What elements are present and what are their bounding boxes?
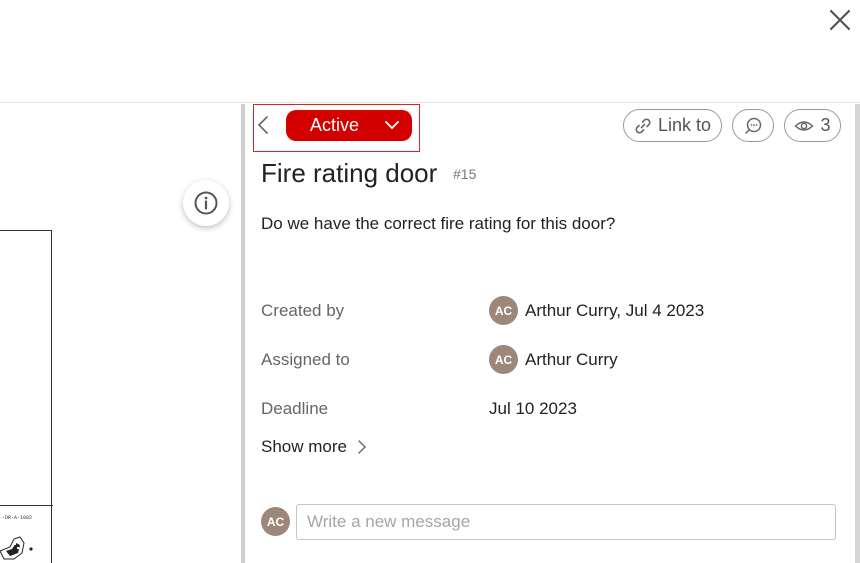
assigned-to-label: Assigned to — [261, 350, 350, 369]
issue-description: Do we have the correct fire rating for t… — [261, 214, 616, 233]
issue-number: #15 — [453, 166, 477, 182]
drawing-code: -DR-A-1002 — [2, 515, 33, 521]
issue-title: Fire rating door — [261, 158, 438, 188]
status-label: Active — [310, 115, 360, 135]
top-bar — [0, 0, 860, 103]
avatar: AC — [261, 507, 290, 536]
assigned-to-text: Arthur Curry — [525, 349, 618, 369]
chevron-down-icon — [385, 121, 399, 130]
created-by-text: Arthur Curry, Jul 4 2023 — [525, 300, 705, 320]
deadline-value[interactable]: Jul 10 2023 — [489, 399, 577, 419]
close-icon — [829, 9, 851, 31]
info-button[interactable] — [183, 180, 229, 226]
show-more-label: Show more — [261, 437, 347, 456]
scrollbar[interactable] — [855, 104, 860, 563]
avatar: AC — [489, 345, 518, 374]
close-button[interactable] — [826, 6, 854, 34]
watchers-button[interactable]: 3 — [784, 109, 841, 142]
chat-icon — [745, 117, 762, 134]
created-by-label: Created by — [261, 301, 345, 320]
drawing-sketch — [0, 536, 33, 560]
avatar: AC — [489, 296, 518, 325]
comments-button[interactable] — [732, 109, 774, 142]
deadline-label: Deadline — [261, 399, 329, 418]
created-by-value: AC Arthur Curry, Jul 4 2023 — [489, 296, 704, 325]
drawing-sheet-border — [0, 230, 53, 563]
message-composer: AC — [245, 493, 855, 563]
link-icon — [635, 117, 651, 134]
show-more-button[interactable]: Show more — [261, 437, 367, 457]
status-dropdown[interactable]: Active — [286, 110, 412, 141]
chevron-right-icon — [358, 440, 366, 454]
issue-detail-panel: Active Link to 3 Fire rating door #15 Do… — [245, 104, 855, 563]
assigned-to-value[interactable]: AC Arthur Curry — [489, 345, 618, 374]
drawing-title-block-line — [0, 505, 53, 506]
link-to-label: Link to — [657, 115, 712, 135]
drawing-viewer[interactable]: -DR-A-1002 — [0, 104, 241, 563]
message-input[interactable] — [296, 504, 836, 540]
link-to-button[interactable]: Link to — [623, 109, 722, 142]
watchers-count: 3 — [820, 115, 831, 135]
info-icon — [194, 191, 218, 215]
eye-icon — [794, 120, 815, 131]
